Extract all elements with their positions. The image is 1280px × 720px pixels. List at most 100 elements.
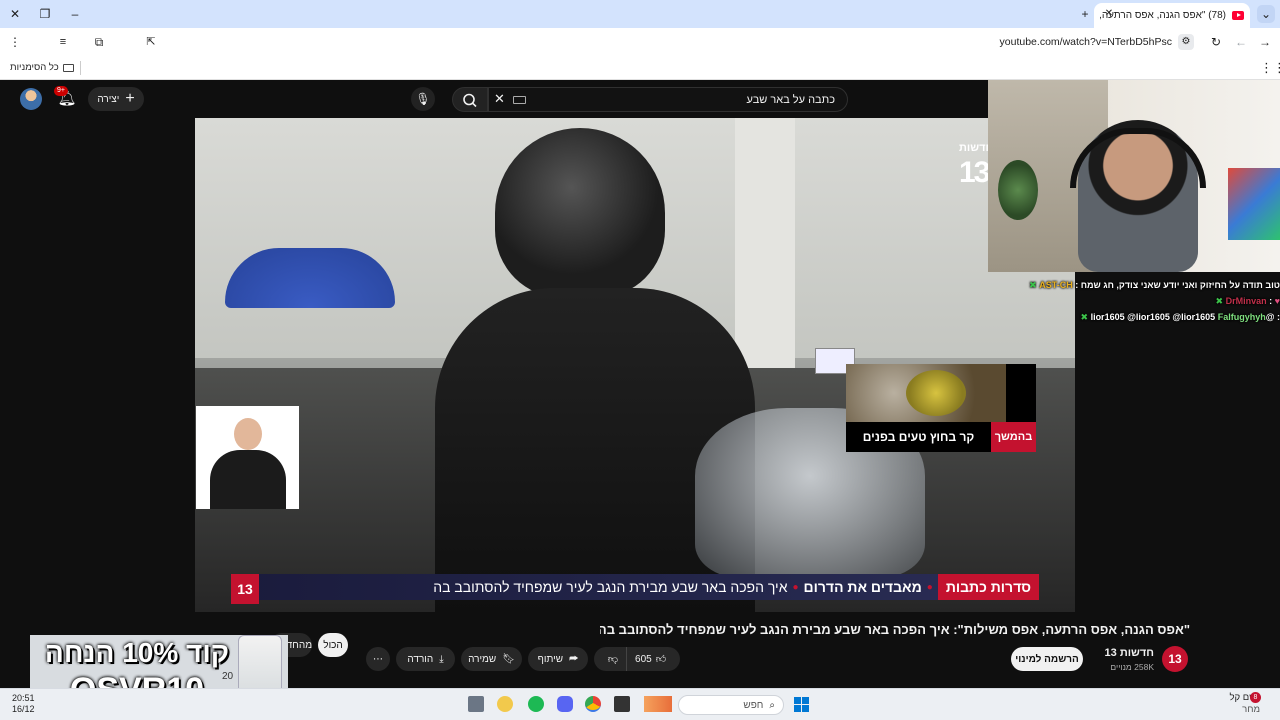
streamer-webcam (988, 80, 1280, 272)
site-info-icon[interactable]: ⚙ (1178, 34, 1194, 50)
video-player[interactable]: חדשות 13 בהמשך קר בחוץ טעים בפנים סדרות … (195, 118, 1075, 612)
like-count: 605 (635, 653, 652, 665)
banner-headline: איך הפכה באר שבע מבירת הנגב לעיר שמפחיד … (433, 579, 788, 595)
chat-message: ♥ : DrMinvan ✖ (1018, 293, 1280, 309)
interpreter-head (234, 418, 262, 450)
search-input[interactable]: כתבה על באר שבע ✕ (488, 87, 848, 112)
share-icon: ⮫ (569, 653, 579, 665)
youtube-favicon-icon (1232, 11, 1244, 20)
user-avatar[interactable] (20, 88, 42, 110)
all-bookmarks[interactable]: כל הסימניות (10, 62, 74, 73)
subscribe-button[interactable]: הרשמה למינוי (1011, 647, 1083, 671)
reload-icon[interactable]: ↻ (1207, 33, 1225, 51)
forward-icon[interactable]: ← (1232, 33, 1250, 51)
like-button[interactable]: 👍︎ 605 (626, 647, 674, 671)
weather-sub: מחר (1242, 704, 1260, 715)
up-next-card[interactable]: בהמשך קר בחוץ טעים בפנים (846, 364, 1036, 452)
webcam-poster (1228, 168, 1280, 240)
folder-icon (62, 63, 74, 72)
chat-text: טוב תודה על החיזוק ואני יודע שאני צודק, … (1075, 280, 1280, 290)
dislike-button[interactable]: 👎︎ (600, 653, 626, 665)
thumbs-up-icon: 👍︎ (655, 654, 667, 665)
bookmarks-divider (80, 61, 81, 75)
more-dots-icon: ⋯ (373, 653, 383, 665)
spotify-app-icon[interactable] (528, 696, 544, 712)
chat-message: : @lior1605 @lior1605 @lior1605 Falfugyh… (1018, 309, 1280, 325)
download-icon: ⤓ (439, 653, 444, 665)
back-icon[interactable]: → (1256, 33, 1274, 51)
taskbar-search-icon: ⌕ (769, 699, 775, 711)
close-window-icon[interactable]: ✕ (6, 5, 24, 23)
thumbnail-soup (906, 370, 966, 416)
banner-dot-1: ● (926, 581, 933, 593)
banner-dot-2: ● (792, 581, 799, 593)
search-button[interactable] (452, 87, 488, 112)
reading-mode-icon[interactable]: ≡ (54, 33, 72, 51)
voice-search-icon[interactable]: 🎙︎ (411, 87, 435, 111)
rider-helmet (495, 128, 665, 298)
terminal-app-icon[interactable] (614, 696, 630, 712)
banner-program: מאבדים את הדרום (803, 579, 922, 595)
news-banner: סדרות כתבות ● מאבדים את הדרום ● איך הפכה… (231, 574, 1039, 600)
sign-language-window (196, 406, 299, 509)
apps-grid-icon[interactable]: ⋮⋮ (1260, 60, 1280, 76)
menu-dots-icon[interactable]: ⋮ (6, 33, 24, 51)
taskbar-search-input[interactable]: ⌕ חפש (678, 695, 784, 715)
widget-app-icon[interactable] (644, 696, 672, 712)
plus-icon: + (125, 90, 135, 107)
up-next-label: בהמשך (991, 422, 1036, 452)
close-tab-icon[interactable]: ✕ (1100, 5, 1118, 23)
start-button[interactable] (794, 697, 809, 712)
promo-line1: קוד 10% הנחה (44, 637, 230, 668)
windows-taskbar: 20:51 16/12 ⌕ חפש גשם קל מחר 8 (0, 688, 1280, 720)
clock[interactable]: 20:51 16/12 (12, 693, 35, 715)
tab-search-icon[interactable]: ⌄ (1257, 5, 1275, 23)
clock-date: 16/12 (12, 704, 35, 714)
messenger-app-icon[interactable] (497, 696, 513, 712)
new-tab-icon[interactable]: + (1076, 5, 1094, 23)
weather-badge: 8 (1250, 692, 1261, 703)
clock-time: 20:51 (12, 693, 35, 703)
subscribe-label: הרשמה למינוי (1015, 653, 1079, 665)
save-label: שמירה (468, 653, 497, 665)
install-app-icon[interactable]: ⇱ (144, 35, 158, 49)
save-button[interactable]: 🔖︎ שמירה (461, 647, 522, 671)
promo-small-text: 20 (222, 671, 234, 682)
minimize-window-icon[interactable]: – (66, 5, 84, 23)
blue-umbrella (225, 248, 395, 308)
channel-avatar[interactable]: 13 (1162, 646, 1188, 672)
chat-message: טוב תודה על החיזוק ואני יודע שאני צודק, … (1018, 277, 1280, 293)
more-actions-button[interactable]: ⋯ (366, 647, 390, 671)
thumbs-down-icon: 👎︎ (607, 654, 619, 665)
mod-badge-icon: ✖ (1029, 280, 1037, 290)
extensions-icon[interactable]: ⧉ (90, 33, 108, 51)
like-dislike-group: 👍︎ 605 👎︎ (594, 647, 680, 671)
download-button[interactable]: ⤓ הורדה (396, 647, 455, 671)
chrome-app-icon[interactable] (585, 696, 601, 712)
banner-series: סדרות כתבות (937, 574, 1039, 600)
interpreter-body (210, 450, 286, 509)
chat-user: DrMinvan (1225, 296, 1267, 306)
channel-name[interactable]: חדשות 13 (1090, 647, 1154, 659)
url-text: youtube.com/watch?v=NTerbD5hPsc (999, 36, 1172, 48)
video-title: "אפס הגנה, אפס הרתעה, אפס משילות": איך ה… (600, 622, 1190, 637)
banner-channel-logo: 13 (231, 574, 259, 604)
download-label: הורדה (407, 653, 434, 665)
restore-window-icon[interactable]: ❐ (36, 5, 54, 23)
clear-search-icon[interactable]: ✕ (494, 91, 505, 107)
save-icon: 🔖︎ (502, 653, 515, 665)
calculator-app-icon[interactable] (468, 696, 484, 712)
taskbar-search-placeholder: חפש (743, 699, 764, 711)
address-bar[interactable]: ⇱ youtube.com/watch?v=NTerbD5hPsc ⚙ (116, 31, 1198, 53)
watermark-logo: 13 (959, 156, 990, 189)
share-label: שיתוף (537, 653, 564, 665)
keyboard-icon[interactable] (513, 96, 526, 104)
create-label: יצירה (97, 93, 120, 105)
create-button[interactable]: יצירה + (88, 87, 144, 111)
subscriber-count: 258K מנויים (1110, 662, 1154, 672)
discord-app-icon[interactable] (557, 696, 573, 712)
filter-chip-all[interactable]: הכול (318, 633, 348, 657)
chat-overlay: טוב תודה על החיזוק ואני יודע שאני צודק, … (1018, 277, 1280, 325)
up-next-title: קר בחוץ טעים בפנים (862, 430, 975, 444)
share-button[interactable]: ⮫ שיתוף (528, 647, 588, 671)
